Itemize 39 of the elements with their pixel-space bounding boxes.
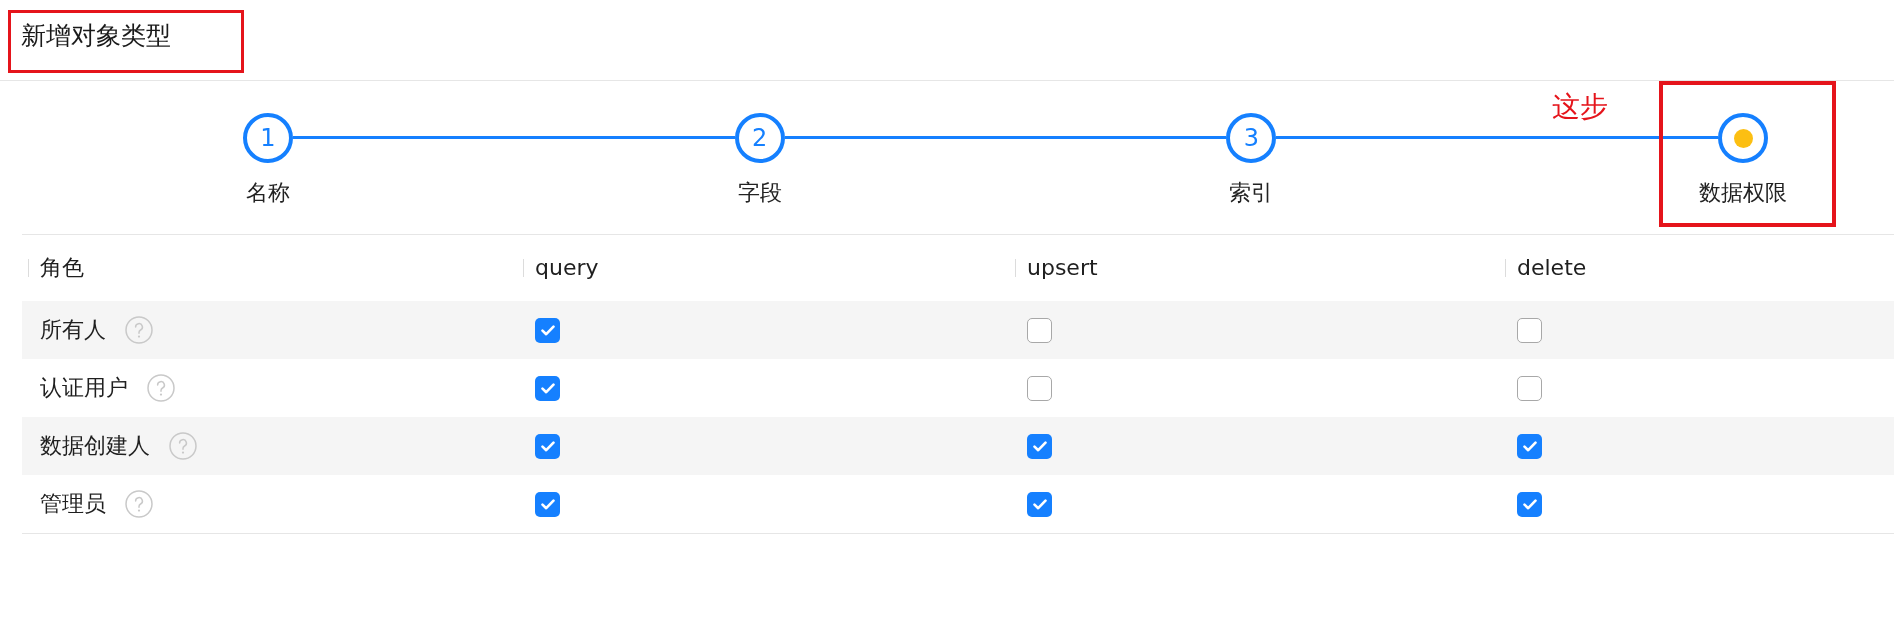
dot-icon: [1733, 128, 1753, 148]
check-icon: [540, 382, 555, 394]
checkbox[interactable]: [1027, 375, 1052, 401]
checkbox[interactable]: [1517, 375, 1542, 401]
step-label: 索引: [1229, 180, 1274, 206]
check-icon: [1522, 440, 1537, 452]
checkbox[interactable]: [535, 375, 560, 401]
step-label: 名称: [246, 180, 290, 206]
checkbox[interactable]: [1517, 317, 1542, 343]
role-name: 所有人: [40, 317, 106, 343]
step-label: 字段: [737, 180, 782, 206]
checkbox[interactable]: [535, 317, 560, 343]
step-number[interactable]: 1: [243, 113, 293, 163]
current-step-indicator[interactable]: [1718, 113, 1768, 163]
column-header: 角色: [22, 255, 517, 281]
check-icon: [540, 440, 555, 452]
checkbox[interactable]: [1027, 491, 1052, 517]
check-icon: [540, 498, 555, 510]
role-name: 数据创建人: [40, 433, 150, 459]
checkbox[interactable]: [1027, 317, 1052, 343]
check-icon: [1032, 498, 1047, 510]
annotation-text: 这步: [1552, 92, 1608, 122]
page-title: 新增对象类型: [21, 21, 171, 51]
role-name: 管理员: [40, 491, 106, 517]
checkbox[interactable]: [1027, 433, 1052, 459]
step-label: 数据权限: [1699, 180, 1787, 206]
check-icon: [1032, 440, 1047, 452]
check-icon: [540, 324, 555, 336]
checkbox[interactable]: [1517, 433, 1542, 459]
column-header: delete: [1499, 255, 1894, 281]
step-number[interactable]: 3: [1226, 113, 1277, 163]
step-number[interactable]: 2: [734, 113, 785, 163]
check-icon: [1522, 498, 1537, 510]
column-header: upsert: [1009, 255, 1499, 281]
checkbox[interactable]: [535, 491, 560, 517]
checkbox[interactable]: [535, 433, 560, 459]
role-name: 认证用户: [40, 375, 128, 401]
column-header: query: [517, 255, 1009, 281]
checkbox[interactable]: [1517, 491, 1542, 517]
